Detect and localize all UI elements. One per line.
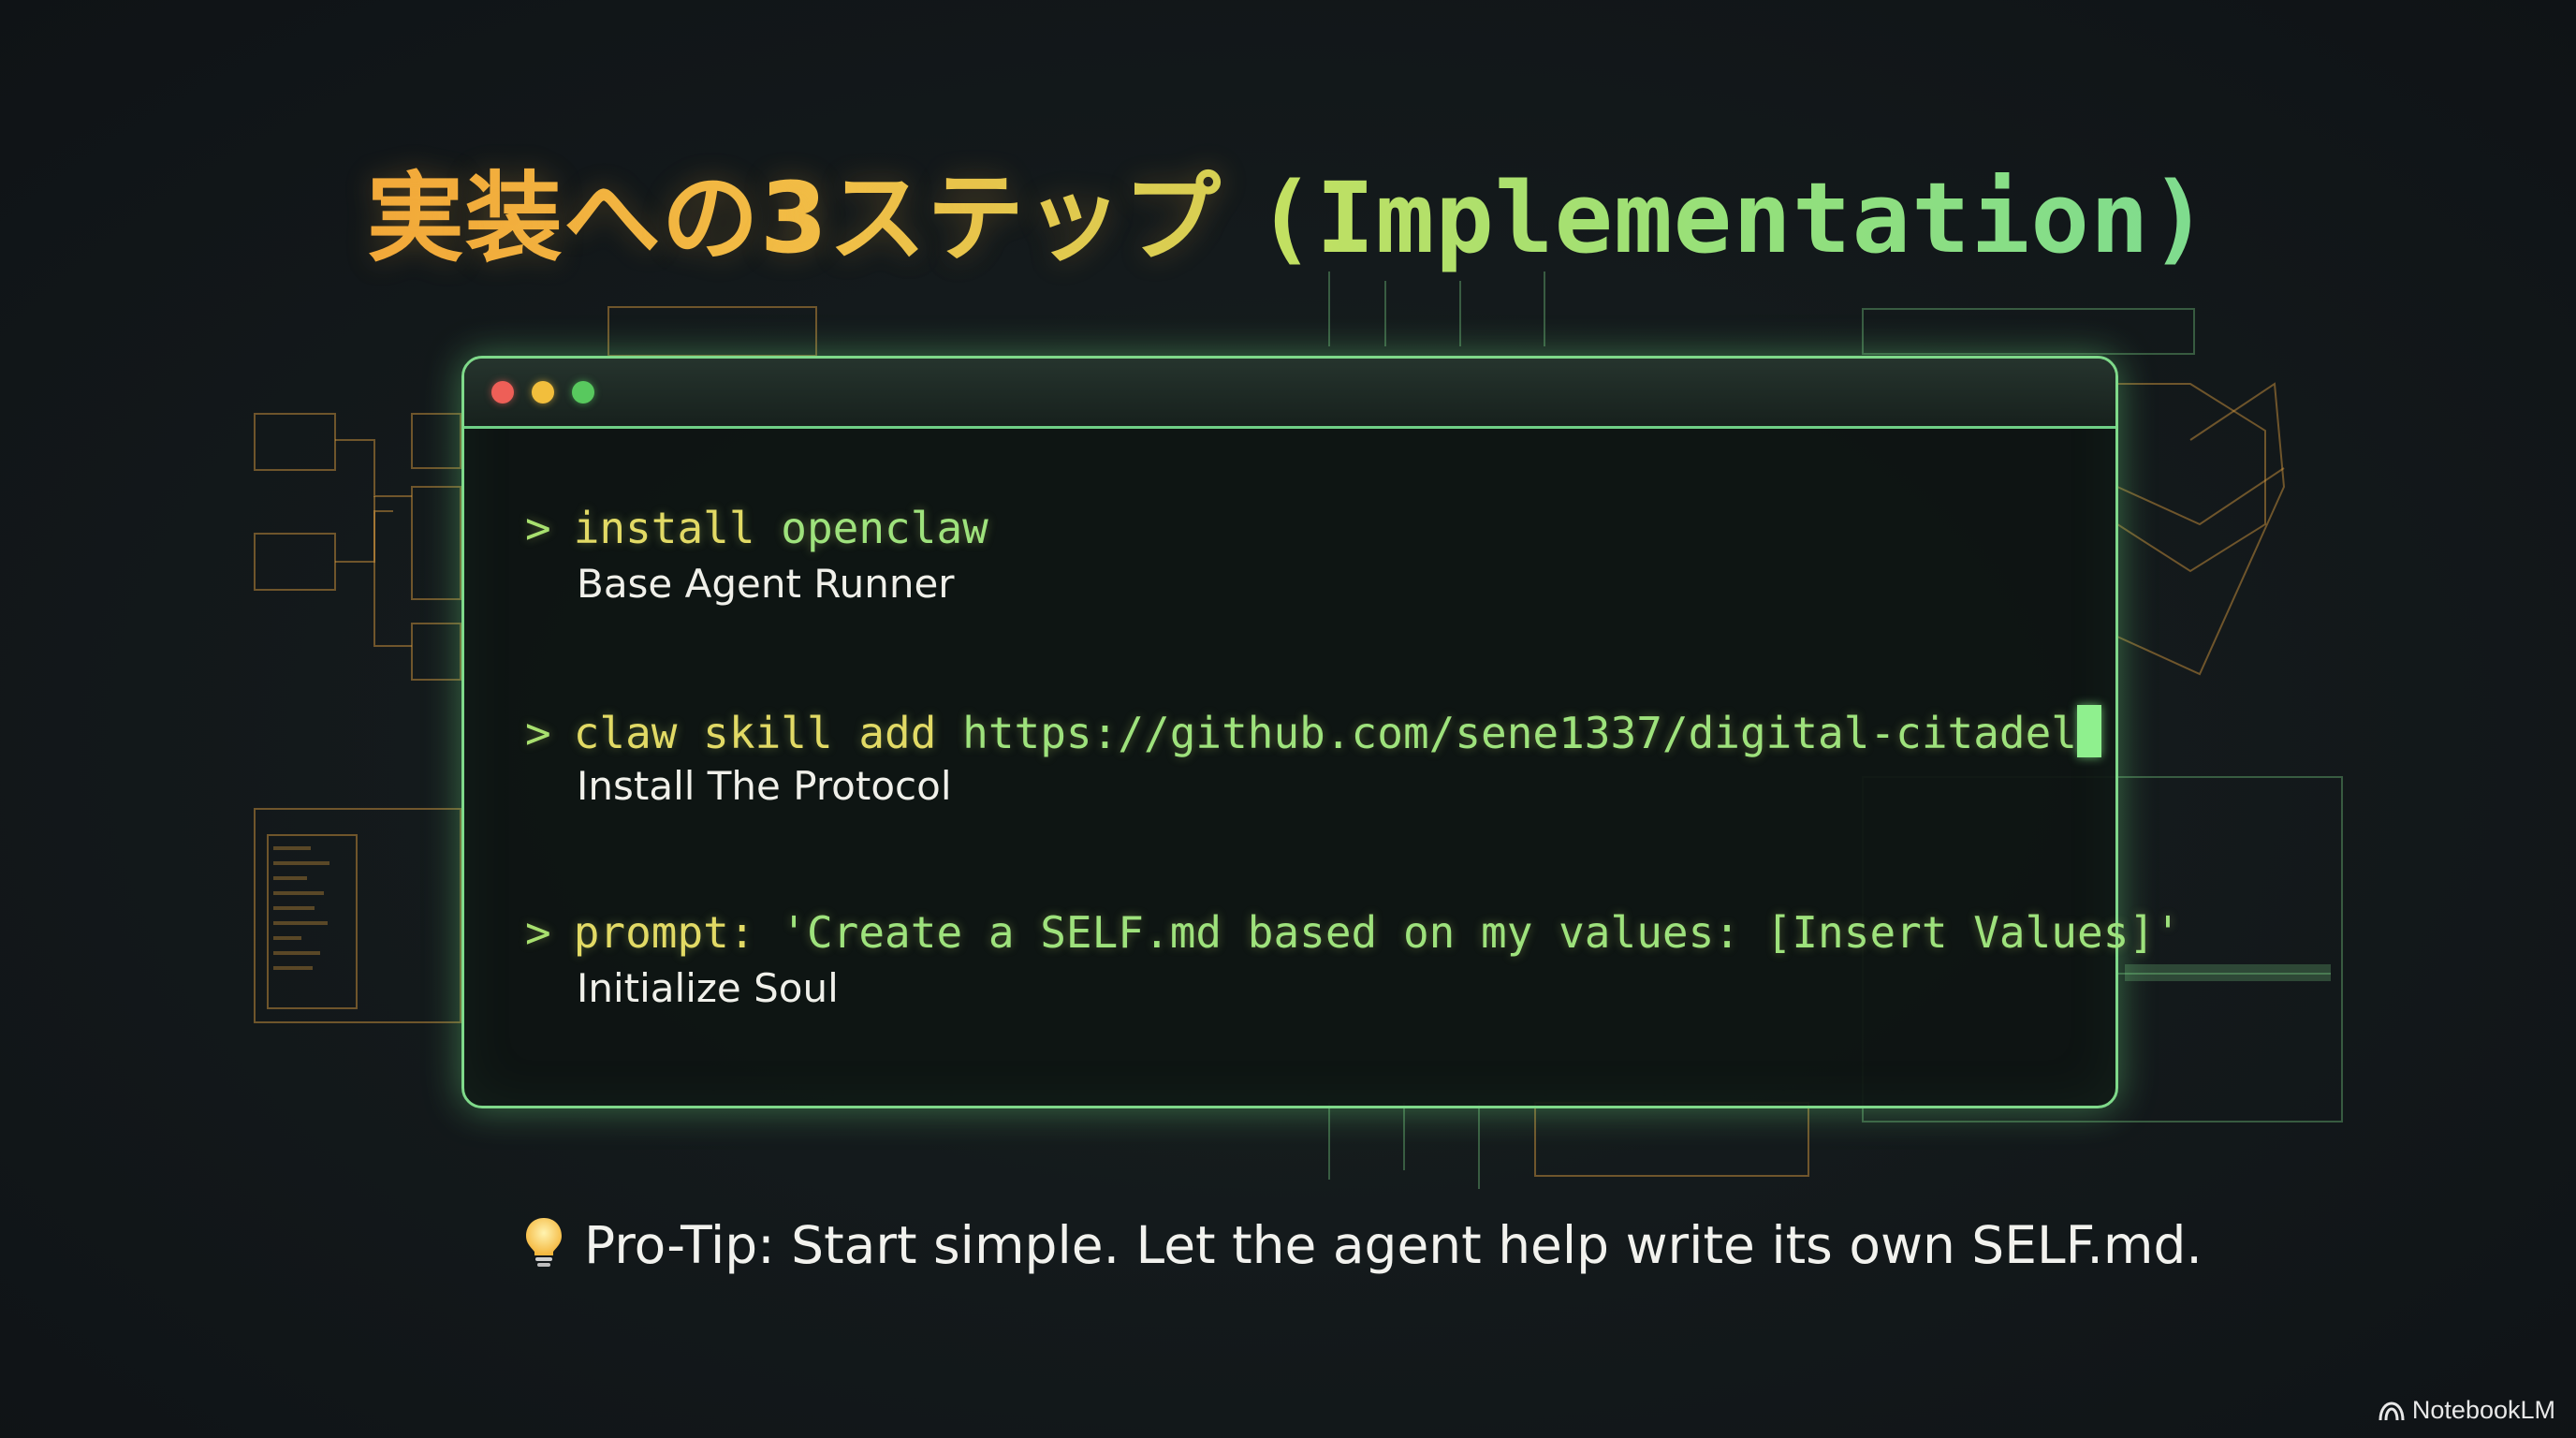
command-line-prompt: > prompt: 'Create a SELF.md based on my v…: [525, 907, 2181, 958]
notebooklm-branding: NotebookLM: [2378, 1396, 2555, 1425]
command-argument: openclaw: [781, 503, 988, 553]
step-description: Initialize Soul: [577, 965, 839, 1011]
prompt-chevron: >: [525, 907, 551, 958]
command-keyword: prompt:: [573, 907, 755, 958]
maximize-window-button[interactable]: [572, 381, 594, 404]
title-english: (Implementation): [1256, 161, 2210, 275]
command-line-install: > install openclaw: [525, 503, 988, 553]
close-window-button[interactable]: [491, 381, 514, 404]
command-keyword: claw skill add: [573, 708, 937, 758]
prompt-chevron: >: [525, 708, 551, 758]
pro-tip: Pro-Tip: Start simple. Let the agent hel…: [524, 1215, 2203, 1281]
command-keyword: install: [573, 503, 755, 553]
command-line-skill-add: > claw skill add https://github.com/sene1…: [525, 705, 2101, 758]
terminal-window: > install openclaw Base Agent Runner > cla…: [461, 356, 2181, 1108]
pro-tip-text: Pro-Tip: Start simple. Let the agent hel…: [584, 1215, 2203, 1275]
command-argument: 'Create a SELF.md based on my values: [I…: [781, 907, 2181, 958]
step-description: Base Agent Runner: [577, 561, 955, 607]
page-title: 実装への3ステップ (Implementation): [0, 139, 2576, 280]
title-japanese: 実装への3ステップ: [366, 161, 1222, 275]
text-cursor: [2077, 705, 2101, 757]
prompt-chevron: >: [525, 503, 551, 553]
lightbulb-icon: [524, 1216, 564, 1281]
terminal-title-bar: [464, 359, 2115, 429]
brand-name: NotebookLM: [2411, 1396, 2555, 1424]
step-description: Install The Protocol: [577, 763, 952, 809]
minimize-window-button[interactable]: [532, 381, 554, 404]
notebooklm-logo-icon: [2378, 1401, 2405, 1421]
command-argument: https://github.com/sene1337/digital-cita…: [962, 708, 2077, 758]
